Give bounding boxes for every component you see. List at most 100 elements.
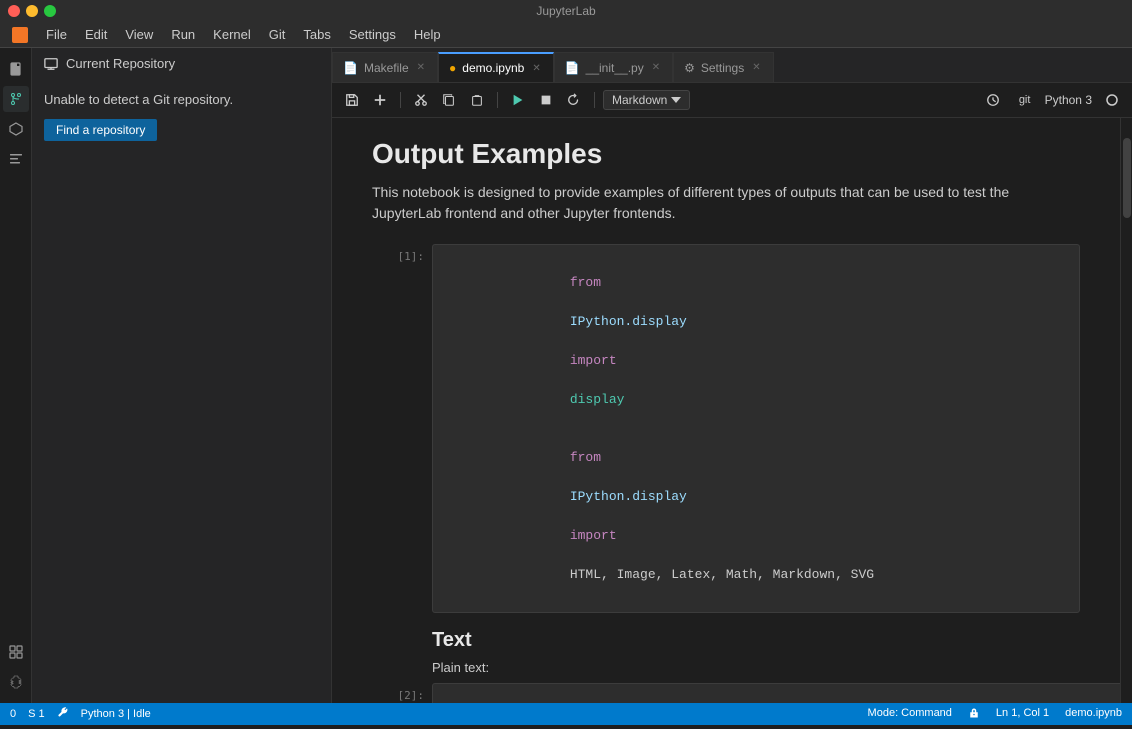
cell-counter-2: [2]: bbox=[372, 683, 432, 703]
files-icon[interactable] bbox=[3, 56, 29, 82]
notebook-wrapper: Output Examples This notebook is designe… bbox=[332, 118, 1132, 703]
toolbar-right-section: git Python 3 bbox=[981, 88, 1124, 112]
menu-tabs[interactable]: Tabs bbox=[295, 25, 338, 44]
kernel-status-indicator[interactable] bbox=[1100, 88, 1124, 112]
cell-type-label: Markdown bbox=[612, 93, 667, 107]
close-button[interactable] bbox=[8, 5, 20, 17]
func-display: display bbox=[570, 392, 625, 407]
wrench-icon bbox=[57, 707, 69, 719]
demo-tab-close[interactable]: ✕ bbox=[530, 62, 542, 75]
sidebar-title: Current Repository bbox=[66, 56, 175, 71]
extensions-icon[interactable] bbox=[3, 116, 29, 142]
code-line-2: from IPython.display import HTML, Image,… bbox=[445, 429, 1067, 605]
cursor-position: Ln 1, Col 1 bbox=[996, 707, 1049, 722]
monitor-icon bbox=[44, 57, 58, 71]
menu-view[interactable]: View bbox=[117, 25, 161, 44]
init-tab-label: __init__.py bbox=[586, 61, 644, 75]
chevron-down-icon bbox=[671, 97, 681, 103]
jupyter-logo bbox=[12, 27, 28, 43]
notebook-title: Output Examples bbox=[372, 138, 1080, 170]
git-icon[interactable] bbox=[3, 86, 29, 112]
status-right: Mode: Command Ln 1, Col 1 demo.ipynb bbox=[868, 707, 1122, 722]
module-name-2: IPython.display bbox=[570, 489, 687, 504]
settings-tab-close[interactable]: ✕ bbox=[750, 61, 762, 74]
paste-button[interactable] bbox=[465, 88, 489, 112]
keyword-from-2: from bbox=[570, 450, 601, 465]
security-icon bbox=[968, 707, 980, 722]
status-bar: 0 S 1 Python 3 | Idle Mode: Command Ln 1… bbox=[0, 703, 1132, 725]
toolbar-separator-1 bbox=[400, 92, 401, 108]
sidebar-content: Unable to detect a Git repository. Find … bbox=[32, 79, 331, 703]
find-repository-button[interactable]: Find a repository bbox=[44, 119, 157, 141]
cell-counter-1: [1]: bbox=[372, 244, 432, 613]
keyword-import-1: import bbox=[570, 353, 617, 368]
tab-makefile[interactable]: 📄 Makefile ✕ bbox=[332, 52, 438, 82]
save-button[interactable] bbox=[340, 88, 364, 112]
git-toolbar-icon[interactable]: git bbox=[1013, 88, 1037, 112]
add-cell-button[interactable] bbox=[368, 88, 392, 112]
scrollbar-track[interactable] bbox=[1120, 118, 1132, 703]
settings-tab-icon: ⚙ bbox=[684, 61, 695, 75]
activity-bar bbox=[0, 48, 32, 703]
init-tab-close[interactable]: ✕ bbox=[650, 61, 662, 74]
status-item-tools[interactable] bbox=[57, 707, 69, 722]
code-cell-1: [1]: from IPython.display import display bbox=[372, 244, 1080, 613]
commands-icon[interactable] bbox=[3, 146, 29, 172]
mode-label: Mode: Command bbox=[868, 707, 952, 722]
import-list: HTML, Image, Latex, Math, Markdown, SVG bbox=[570, 567, 874, 582]
menu-git[interactable]: Git bbox=[261, 25, 294, 44]
cell-type-dropdown[interactable]: Markdown bbox=[603, 90, 690, 110]
git-label: git bbox=[1019, 94, 1031, 106]
menu-bar: File Edit View Run Kernel Git Tabs Setti… bbox=[0, 22, 1132, 48]
demo-tab-icon: ● bbox=[449, 61, 456, 75]
window-controls[interactable] bbox=[8, 5, 56, 17]
lock-icon bbox=[968, 707, 980, 719]
code-block-2[interactable]: text = "Lorem Ipsum is simply dummy text… bbox=[432, 683, 1120, 703]
notebook-toolbar: Markdown git Python 3 bbox=[332, 83, 1132, 118]
toolbar-separator-2 bbox=[497, 92, 498, 108]
menu-file[interactable]: File bbox=[38, 25, 75, 44]
menu-help[interactable]: Help bbox=[406, 25, 449, 44]
restart-button[interactable] bbox=[562, 88, 586, 112]
makefile-tab-label: Makefile bbox=[364, 61, 409, 75]
cell2-code-line: text = "Lorem Ipsum is simply dummy text… bbox=[445, 692, 1120, 703]
tab-settings[interactable]: ⚙ Settings ✕ bbox=[673, 52, 774, 82]
demo-tab-label: demo.ipynb bbox=[462, 61, 524, 75]
app-logo[interactable] bbox=[4, 25, 36, 45]
property-inspector-icon[interactable] bbox=[3, 639, 29, 665]
tab-init-py[interactable]: 📄 __init__.py ✕ bbox=[554, 52, 673, 82]
keyword-import-2: import bbox=[570, 528, 617, 543]
status-kernel-info: Python 3 | Idle bbox=[81, 708, 151, 720]
extension-manager-icon[interactable] bbox=[3, 669, 29, 695]
minimize-button[interactable] bbox=[26, 5, 38, 17]
code-block-1[interactable]: from IPython.display import display from bbox=[432, 244, 1080, 613]
right-panel: 📄 Makefile ✕ ● demo.ipynb ✕ 📄 __init__.p… bbox=[332, 48, 1132, 703]
copy-button[interactable] bbox=[437, 88, 461, 112]
notebook-area[interactable]: Output Examples This notebook is designe… bbox=[332, 118, 1120, 703]
scrollbar-thumb[interactable] bbox=[1123, 138, 1131, 218]
module-name-1: IPython.display bbox=[570, 314, 687, 329]
cell-2-content: text = "Lorem Ipsum is simply dummy text… bbox=[432, 683, 1120, 703]
sidebar-header: Current Repository bbox=[32, 48, 331, 79]
sidebar-panel: Current Repository Unable to detect a Gi… bbox=[32, 48, 332, 703]
clock-button[interactable] bbox=[981, 88, 1005, 112]
menu-edit[interactable]: Edit bbox=[77, 25, 115, 44]
run-button[interactable] bbox=[506, 88, 530, 112]
text-section-heading: Text bbox=[432, 629, 1080, 652]
menu-settings[interactable]: Settings bbox=[341, 25, 404, 44]
stop-button[interactable] bbox=[534, 88, 558, 112]
code-cell-2: [2]: text = "Lorem Ipsum is simply dummy… bbox=[372, 683, 1080, 703]
plain-text-label-wrapper: Plain text: bbox=[372, 660, 1080, 675]
text-section-heading-wrapper: Text bbox=[372, 629, 1080, 652]
tabs-container: 📄 Makefile ✕ ● demo.ipynb ✕ 📄 __init__.p… bbox=[332, 48, 1132, 83]
maximize-button[interactable] bbox=[44, 5, 56, 17]
toolbar-separator-3 bbox=[594, 92, 595, 108]
menu-kernel[interactable]: Kernel bbox=[205, 25, 259, 44]
menu-run[interactable]: Run bbox=[163, 25, 203, 44]
init-tab-icon: 📄 bbox=[565, 61, 580, 75]
cut-button[interactable] bbox=[409, 88, 433, 112]
tab-demo-ipynb[interactable]: ● demo.ipynb ✕ bbox=[438, 52, 554, 82]
title-bar: JupyterLab bbox=[0, 0, 1132, 22]
makefile-tab-close[interactable]: ✕ bbox=[415, 61, 427, 74]
keyword-from-1: from bbox=[570, 275, 601, 290]
